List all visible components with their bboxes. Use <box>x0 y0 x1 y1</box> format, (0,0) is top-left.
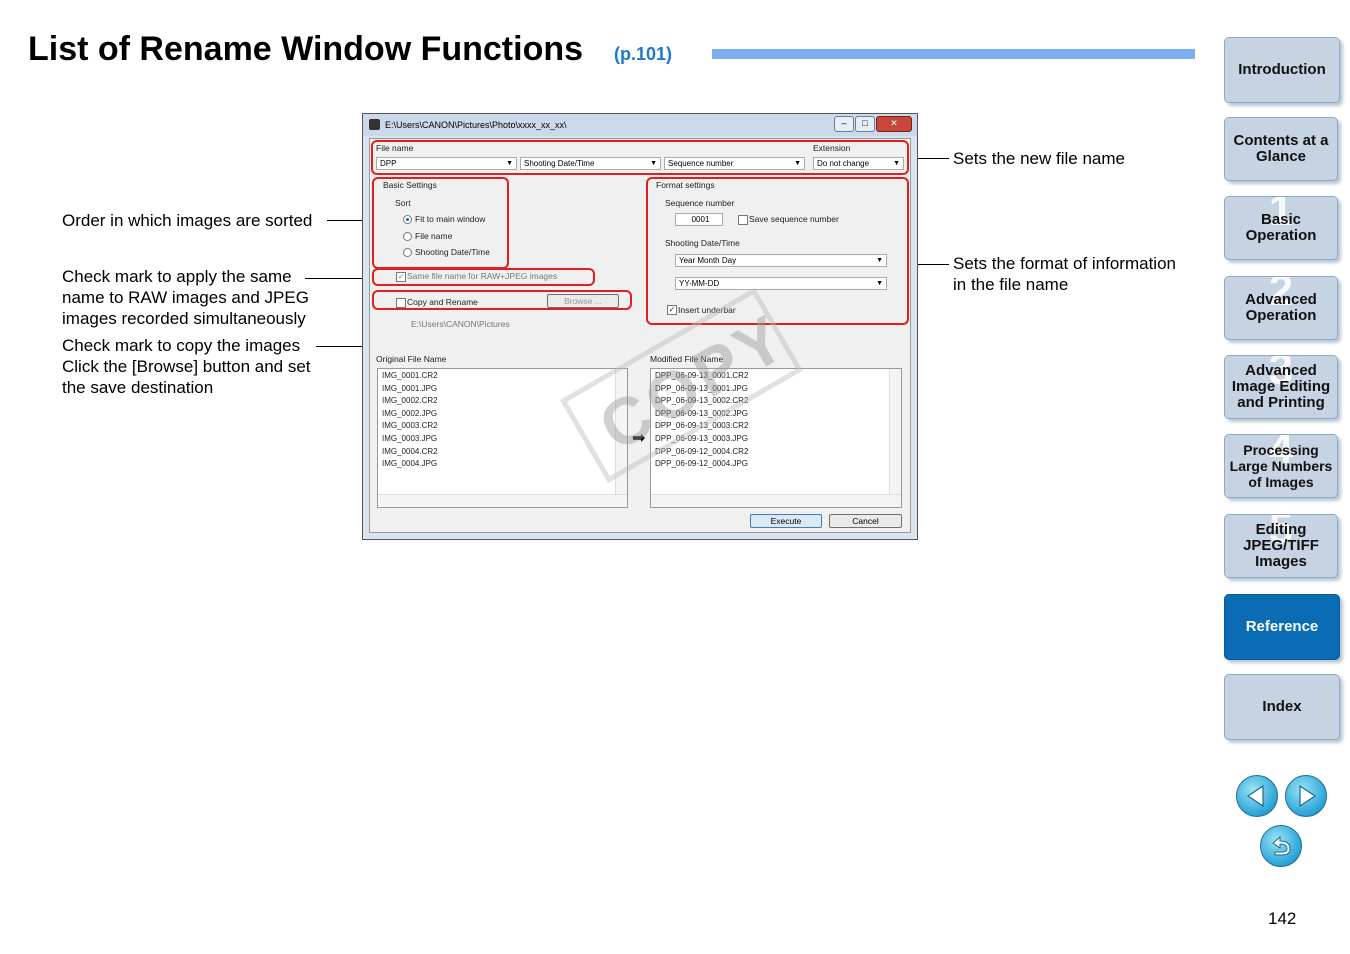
back-button[interactable] <box>1260 825 1302 867</box>
sidebar-item-label: Editing JPEG/TIFF Images <box>1243 521 1319 570</box>
annotation-same-file-name: Check mark to apply the same name to RAW… <box>62 267 309 328</box>
sidebar-item-label: Index <box>1262 698 1302 715</box>
title-rule <box>712 49 1195 59</box>
arrow-left-icon <box>1246 784 1264 808</box>
sidebar-item-advanced-operation[interactable]: 2 Advanced Operation <box>1224 276 1338 340</box>
list-item[interactable]: IMG_0002.JPG <box>382 409 437 418</box>
list-item[interactable]: IMG_0002.CR2 <box>382 396 438 405</box>
scrollbar[interactable] <box>889 369 901 495</box>
execute-button[interactable]: Execute <box>750 514 822 528</box>
previous-page-button[interactable] <box>1236 775 1278 817</box>
rename-window: E:\Users\CANON\Pictures\Photo\xxxx_xx_xx… <box>362 113 918 540</box>
sidebar-item-label: Advanced Image Editing and Printing <box>1231 362 1331 411</box>
destination-path: E:\Users\CANON\Pictures <box>411 319 510 329</box>
window-body: File name Extension DPP ▼ Shooting Date/T… <box>369 138 911 533</box>
arrow-right-icon <box>1299 784 1317 808</box>
sidebar-item-basic-operation[interactable]: 1 Basic Operation <box>1224 196 1338 260</box>
highlight-sort <box>372 177 509 269</box>
page-title: List of Rename Window Functions <box>28 30 584 68</box>
sidebar-item-editing-jpeg-tiff[interactable]: 5 Editing JPEG/TIFF Images <box>1224 514 1338 578</box>
sidebar-item-index[interactable]: Index <box>1224 674 1340 740</box>
sidebar-item-contents[interactable]: Contents at a Glance <box>1224 117 1338 181</box>
window-titlebar: E:\Users\CANON\Pictures\Photo\xxxx_xx_xx… <box>363 114 917 136</box>
highlight-same-name <box>372 268 595 286</box>
page-number: 142 <box>1268 909 1297 928</box>
sidebar-item-reference[interactable]: Reference <box>1224 594 1340 660</box>
list-item[interactable]: IMG_0003.JPG <box>382 434 437 443</box>
sidebar-item-label: Reference <box>1245 618 1319 635</box>
page-reference-link[interactable]: (p.101) <box>614 44 672 65</box>
annotation-sort-order: Order in which images are sorted <box>62 211 313 230</box>
window-title: E:\Users\CANON\Pictures\Photo\xxxx_xx_xx… <box>385 120 567 130</box>
annotation-format-info: Sets the format of information in the fi… <box>953 254 1176 294</box>
sidebar-item-introduction[interactable]: Introduction <box>1224 37 1340 103</box>
camera-icon <box>369 119 380 130</box>
list-item[interactable]: DPP_06-09-12_0004.JPG <box>655 459 748 468</box>
minimize-button[interactable]: – <box>834 116 854 132</box>
sidebar-item-label: Processing Large Numbers of Images <box>1229 442 1333 490</box>
list-item[interactable]: IMG_0004.CR2 <box>382 447 438 456</box>
list-item[interactable]: DPP_06-09-12_0004.CR2 <box>655 447 748 456</box>
list-item[interactable]: IMG_0001.CR2 <box>382 371 438 380</box>
highlight-format <box>646 177 909 325</box>
list-item[interactable]: IMG_0003.CR2 <box>382 421 438 430</box>
next-page-button[interactable] <box>1285 775 1327 817</box>
list-item[interactable]: IMG_0004.JPG <box>382 459 437 468</box>
highlight-file-name <box>371 140 909 175</box>
maximize-button[interactable]: □ <box>855 116 875 132</box>
scrollbar[interactable] <box>378 494 627 507</box>
sidebar-item-label: Advanced Operation <box>1245 291 1317 324</box>
close-button[interactable]: ✕ <box>876 116 912 132</box>
cancel-button[interactable]: Cancel <box>829 514 902 528</box>
sidebar-item-processing-large-numbers[interactable]: 4 Processing Large Numbers of Images <box>1224 434 1338 498</box>
annotation-copy-rename: Check mark to copy the images Click the … <box>62 336 311 397</box>
scrollbar[interactable] <box>651 494 901 507</box>
sidebar-item-label: Introduction <box>1238 61 1326 78</box>
list-item[interactable]: IMG_0001.JPG <box>382 384 437 393</box>
sidebar-item-label: Basic Operation <box>1245 211 1317 244</box>
annotation-new-file-name: Sets the new file name <box>953 149 1125 168</box>
original-file-name-label: Original File Name <box>376 354 447 364</box>
return-arrow-icon <box>1272 835 1291 856</box>
sidebar-item-label: Contents at a Glance <box>1233 132 1329 165</box>
sidebar-item-advanced-image-editing[interactable]: 3 Advanced Image Editing and Printing <box>1224 355 1338 419</box>
highlight-copy <box>372 290 632 310</box>
